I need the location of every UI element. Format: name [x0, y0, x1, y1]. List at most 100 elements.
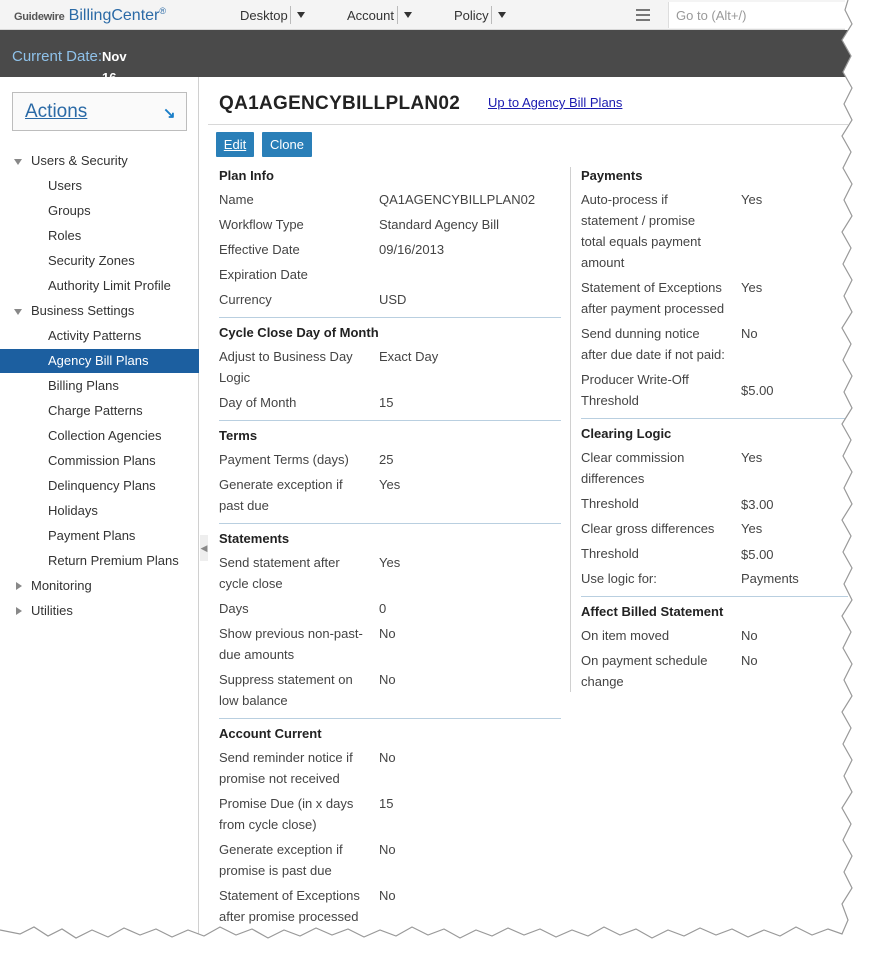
desktop-menu-arrow-icon[interactable]	[297, 12, 305, 18]
field-value-generate-exception-promise: No	[379, 842, 396, 857]
expanded-caret-icon[interactable]	[14, 309, 22, 315]
field-label-days: Days	[219, 601, 249, 616]
section-divider	[581, 596, 848, 597]
clone-button[interactable]: Clone	[262, 132, 312, 157]
sidebar-item-delinquency-plans[interactable]: Delinquency Plans	[0, 474, 199, 498]
field-label-on-item-moved: On item moved	[581, 628, 670, 643]
section-heading-account-current: Account Current	[219, 726, 322, 741]
collapsed-caret-icon[interactable]	[16, 582, 22, 590]
sidebar-item-activity-patterns[interactable]: Activity Patterns	[0, 324, 199, 348]
edit-button[interactable]: Edit	[216, 132, 254, 157]
field-value-use-logic-for: Payments	[741, 571, 799, 586]
field-value-day-of-month: 15	[379, 395, 394, 410]
field-label-workflow-type: Workflow Type	[219, 217, 304, 232]
sidebar-item-billing-plans[interactable]: Billing Plans	[0, 374, 199, 398]
collapsed-caret-icon[interactable]	[16, 607, 22, 615]
sidebar-item-charge-patterns[interactable]: Charge Patterns	[0, 399, 199, 423]
sidebar-item-monitoring[interactable]: Monitoring	[0, 574, 199, 598]
expanded-caret-icon[interactable]	[14, 159, 22, 165]
sidebar-item-holidays[interactable]: Holidays	[0, 499, 199, 523]
sidebar-item-commission-plans[interactable]: Commission Plans	[0, 449, 199, 473]
tab-separator	[397, 6, 398, 24]
field-label-threshold-commission: Threshold	[581, 496, 639, 511]
field-value-auto-process: Yes	[741, 192, 763, 207]
field-value-statement-exceptions-promise: No	[379, 888, 396, 903]
section-divider	[219, 523, 561, 524]
field-label-payment-terms: Payment Terms (days)	[219, 452, 349, 467]
sidebar-item-payment-plans[interactable]: Payment Plans	[0, 524, 199, 548]
field-value-statement-exceptions-payment: Yes	[741, 280, 763, 295]
field-value-show-previous: No	[379, 626, 396, 641]
field-value-days: 0	[379, 601, 387, 616]
tab-policy[interactable]: Policy	[454, 8, 489, 23]
section-divider	[219, 420, 561, 421]
sidebar-item-utilities[interactable]: Utilities	[0, 599, 199, 623]
actions-button[interactable]: Actions ↘	[12, 92, 187, 131]
field-label-threshold-gross: Threshold	[581, 546, 639, 561]
field-value-suppress-statement: No	[379, 672, 396, 687]
field-value-workflow-type: Standard Agency Bill	[379, 217, 499, 232]
section-divider	[219, 718, 561, 719]
section-heading-affect-billed-statement: Affect Billed Statement	[581, 604, 724, 619]
field-label-send-dunning: Send dunning notice after due date if no…	[581, 326, 725, 362]
field-label-use-logic-for: Use logic for:	[581, 571, 657, 586]
divider	[208, 124, 848, 125]
sidebar-item-groups[interactable]: Groups	[0, 199, 199, 223]
field-label-promise-due: Promise Due (in x days from cycle close)	[219, 796, 354, 832]
sidebar-collapse-handle[interactable]: ◀	[200, 535, 208, 561]
field-label-producer-write-off: Producer Write-Off Threshold	[581, 372, 689, 408]
sidebar-item-users-security[interactable]: Users & Security	[0, 149, 199, 173]
section-heading-terms: Terms	[219, 428, 258, 443]
field-label-day-of-month: Day of Month	[219, 395, 297, 410]
sidebar-item-return-premium-plans[interactable]: Return Premium Plans	[0, 549, 199, 573]
field-label-generate-exception-promise: Generate exception if promise is past du…	[219, 842, 343, 878]
field-value-threshold-gross: $5.00	[741, 547, 774, 562]
current-date-bar: Current Date: Nov 16, 2013	[0, 30, 860, 106]
field-label-send-statement: Send statement after cycle close	[219, 555, 340, 591]
tab-account[interactable]: Account	[347, 8, 394, 23]
field-label-statement-exceptions-payment: Statement of Exceptions after payment pr…	[581, 280, 725, 316]
field-label-adjust-business-day: Adjust to Business Day Logic	[219, 349, 353, 385]
field-label-generate-exception: Generate exception if past due	[219, 477, 343, 513]
field-value-promise-due: 15	[379, 796, 394, 811]
up-to-agency-bill-plans-link[interactable]: Up to Agency Bill Plans	[488, 95, 622, 110]
sidebar-item-agency-bill-plans[interactable]: Agency Bill Plans	[0, 349, 199, 373]
field-label-suppress-statement: Suppress statement on low balance	[219, 672, 353, 708]
field-value-send-reminder: No	[379, 750, 396, 765]
sidebar-item-security-zones[interactable]: Security Zones	[0, 249, 199, 273]
field-value-payment-terms: 25	[379, 452, 394, 467]
field-value-generate-exception: Yes	[379, 477, 401, 492]
tab-separator	[290, 6, 291, 24]
field-label-on-payment-schedule-change: On payment schedule change	[581, 653, 708, 689]
policy-menu-arrow-icon[interactable]	[498, 12, 506, 18]
field-value-currency: USD	[379, 292, 407, 307]
sidebar: Actions ↘ Users & Security Users Groups …	[0, 77, 199, 964]
current-date-label: Current Date: Nov 16, 2013	[12, 46, 131, 106]
field-value-name: QA1AGENCYBILLPLAN02	[379, 192, 536, 207]
field-label-name: Name	[219, 192, 254, 207]
field-label-effective-date: Effective Date	[219, 242, 300, 257]
section-heading-plan-info: Plan Info	[219, 168, 274, 183]
hamburger-menu-icon[interactable]	[636, 9, 650, 21]
field-label-auto-process: Auto-process if statement / promise tota…	[581, 192, 701, 270]
sidebar-item-users[interactable]: Users	[0, 174, 199, 198]
field-value-send-dunning: No	[741, 326, 758, 341]
sidebar-item-authority-limit-profile[interactable]: Authority Limit Profile	[0, 274, 199, 298]
field-label-clear-gross: Clear gross differences	[581, 521, 715, 536]
account-menu-arrow-icon[interactable]	[404, 12, 412, 18]
sidebar-item-business-settings[interactable]: Business Settings	[0, 299, 199, 323]
section-heading-payments: Payments	[581, 168, 643, 183]
arrow-down-right-icon: ↘	[163, 105, 176, 122]
section-heading-cycle-close: Cycle Close Day of Month	[219, 325, 379, 340]
main-panel: QA1AGENCYBILLPLAN02 Up to Agency Bill Pl…	[208, 77, 848, 964]
section-divider	[581, 418, 848, 419]
sidebar-item-roles[interactable]: Roles	[0, 224, 199, 248]
field-value-producer-write-off: $5.00	[741, 383, 774, 398]
tab-desktop[interactable]: Desktop	[240, 8, 288, 23]
field-value-clear-gross: Yes	[741, 521, 763, 536]
goto-search-input[interactable]: Go to (Alt+/)	[668, 2, 845, 28]
sidebar-item-collection-agencies[interactable]: Collection Agencies	[0, 424, 199, 448]
field-label-expiration-date: Expiration Date	[219, 267, 308, 282]
field-value-adjust-business-day: Exact Day	[379, 349, 439, 364]
field-value-send-statement: Yes	[379, 555, 401, 570]
